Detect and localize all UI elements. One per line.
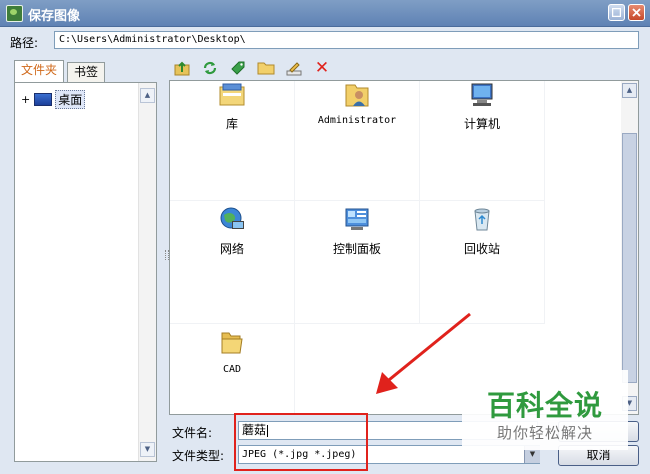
file-grid: 库 Administrator 计算机 网络 控制面板 回收站 CAD [170,81,546,414]
file-item-administrator[interactable]: Administrator [295,81,420,201]
tree-scrollbar[interactable]: ▲ ▼ [138,83,156,461]
file-item-network[interactable]: 网络 [170,200,295,324]
maximize-icon[interactable] [608,4,625,21]
watermark-subtitle: 助你轻松解决 [496,424,593,442]
title-bar: 保存图像 [0,0,650,27]
up-folder-glyph [174,61,190,76]
up-folder-icon[interactable] [172,59,192,77]
tree-expander[interactable]: + [21,93,30,106]
delete-icon[interactable]: ✕ [312,58,332,78]
file-item-label: 计算机 [463,117,500,131]
filename-label: 文件名: [172,426,213,440]
file-item-computer[interactable]: 计算机 [420,81,545,201]
scrollbar-thumb[interactable] [622,133,637,383]
file-item-label: CAD [222,364,242,375]
refresh-glyph [203,61,217,75]
maximize-glyph [612,8,621,17]
path-input[interactable]: C:\Users\Administrator\Desktop\ [54,31,639,49]
path-label: 路径: [10,36,39,50]
file-item-control-panel[interactable]: 控制面板 [295,200,420,324]
tree-item-desktop[interactable]: + 桌面 [21,90,86,109]
watermark-title: 百科全说 [486,389,603,422]
file-item-label: Administrator [317,115,397,126]
tree-item-label: 桌面 [55,90,86,109]
folder-icon[interactable] [256,59,276,77]
refresh-icon[interactable] [200,59,220,77]
scroll-up-button[interactable]: ▲ [140,88,155,103]
rename-glyph [286,62,302,76]
control-panel-icon [345,208,369,230]
scroll-up-button[interactable]: ▲ [622,83,637,98]
toolbar: ✕ [172,57,340,79]
library-icon [219,83,245,106]
tab-bookmarks[interactable]: 书签 [67,62,106,82]
close-glyph [632,8,641,17]
recycle-bin-icon [474,208,490,231]
delete-glyph: ✕ [314,58,330,78]
file-item-label: 回收站 [463,242,500,256]
window-title: 保存图像 [28,9,81,24]
file-item-label: 库 [225,117,238,131]
tag-glyph [231,61,245,75]
scroll-down-button[interactable]: ▼ [140,442,155,457]
annotation-arrow-icon [376,312,471,394]
app-icon [6,5,23,22]
rename-icon[interactable] [284,59,304,77]
user-folder-icon [345,84,369,107]
file-view-scrollbar[interactable]: ▲ ▼ [621,81,638,414]
folder-glyph [257,62,275,75]
file-item-cad[interactable]: CAD [170,324,295,414]
file-item-recycle-bin[interactable]: 回收站 [420,200,545,324]
folder-icon [221,332,243,354]
file-item-label: 控制面板 [332,242,381,256]
close-icon[interactable] [628,4,645,21]
watermark: 百科全说 助你轻松解决 [462,370,628,450]
tab-folders[interactable]: 文件夹 [14,60,65,83]
bookmark-tag-icon[interactable] [228,59,248,77]
folder-tree[interactable]: + 桌面 ▲ ▼ [14,82,157,462]
file-item-label: 网络 [219,242,244,256]
filetype-label: 文件类型: [172,449,225,463]
desktop-icon [34,93,53,106]
file-item-library[interactable]: 库 [170,81,295,201]
network-icon [220,207,244,229]
computer-icon [471,83,493,106]
highlight-box [234,413,368,471]
